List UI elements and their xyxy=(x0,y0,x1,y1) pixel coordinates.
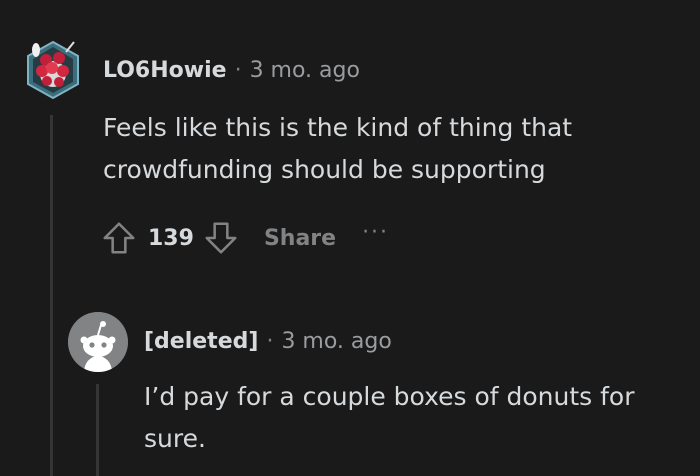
default-snoo-avatar-icon xyxy=(68,312,128,372)
comment-meta: LO6Howie · 3 mo. ago xyxy=(103,54,360,86)
thread-line[interactable] xyxy=(50,115,53,476)
reply-meta: [deleted] · 3 mo. ago xyxy=(144,324,392,358)
comment-timestamp[interactable]: 3 mo. ago xyxy=(250,58,360,83)
share-button[interactable]: Share xyxy=(264,226,336,251)
comment-actions: 139 Share ··· xyxy=(98,214,389,262)
arrow-down-icon xyxy=(205,222,237,254)
comment-author-link[interactable]: LO6Howie xyxy=(103,58,227,83)
reply-author: [deleted] xyxy=(144,328,259,354)
comment-thread: LO6Howie · 3 mo. ago Feels like this is … xyxy=(0,0,700,476)
more-options-button[interactable]: ··· xyxy=(362,220,389,245)
vote-score: 139 xyxy=(148,225,194,251)
arrow-up-icon xyxy=(103,222,135,254)
reply-avatar[interactable] xyxy=(68,312,128,372)
reply-timestamp[interactable]: 3 mo. ago xyxy=(281,329,391,354)
reply-body: I’d pay for a couple boxes of donuts for… xyxy=(144,382,635,453)
downvote-button[interactable] xyxy=(200,217,242,259)
meta-separator: · xyxy=(234,57,242,83)
reply-thread-line[interactable] xyxy=(96,384,99,476)
comment-body: Feels like this is the kind of thing tha… xyxy=(103,113,573,184)
snoo-avatar-icon xyxy=(27,40,79,100)
meta-separator: · xyxy=(266,328,274,354)
upvote-button[interactable] xyxy=(98,217,140,259)
avatar[interactable] xyxy=(22,38,84,100)
